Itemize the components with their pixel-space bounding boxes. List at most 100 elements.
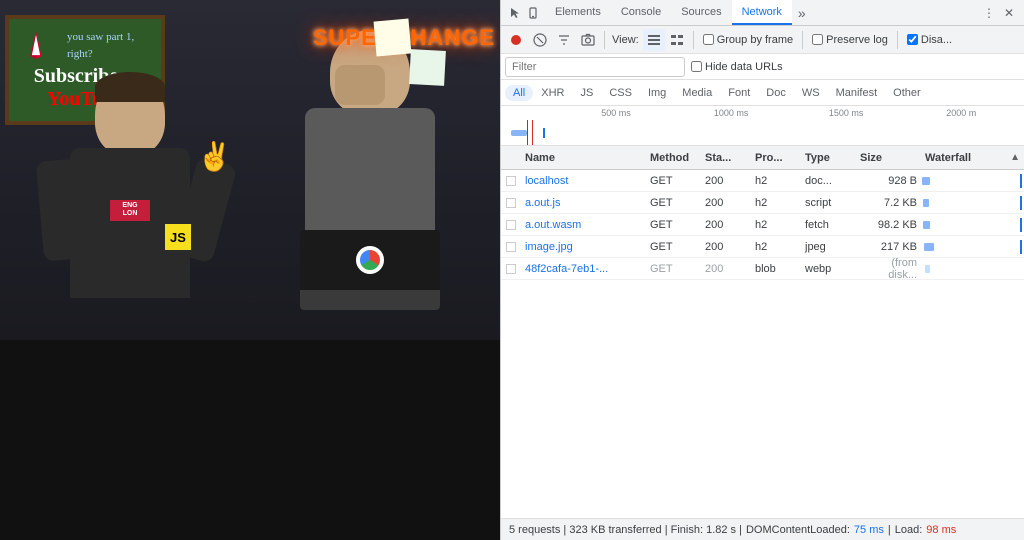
- dcl-label: DOMContentLoaded:: [746, 524, 850, 536]
- type-tab-all[interactable]: All: [505, 85, 533, 101]
- hide-data-urls-group: Hide data URLs: [691, 61, 783, 73]
- row-5-type: webp: [801, 263, 856, 275]
- row-4-waterfall: [921, 236, 1024, 258]
- type-tab-js[interactable]: JS: [572, 85, 601, 101]
- filter-icon-button[interactable]: [553, 29, 575, 51]
- devtools-icons: [503, 0, 545, 25]
- type-tab-doc[interactable]: Doc: [758, 85, 794, 101]
- row-5-method: GET: [646, 263, 701, 275]
- status-bar: 5 requests | 323 KB transferred | Finish…: [501, 518, 1024, 540]
- person-right: [250, 30, 490, 340]
- tab-console[interactable]: Console: [611, 0, 671, 25]
- type-tab-xhr[interactable]: XHR: [533, 85, 572, 101]
- row-4-checkbox[interactable]: [506, 242, 516, 252]
- row-3-waterfall-bar: [923, 221, 930, 229]
- type-tab-media[interactable]: Media: [674, 85, 720, 101]
- row-5-protocol: blob: [751, 263, 801, 275]
- row-4-method: GET: [646, 241, 701, 253]
- timeline-bar-1: [511, 130, 527, 136]
- type-tab-img[interactable]: Img: [640, 85, 674, 101]
- type-tab-ws[interactable]: WS: [794, 85, 828, 101]
- cursor-icon[interactable]: [507, 5, 523, 21]
- row-5-checkbox[interactable]: [506, 264, 516, 274]
- table-row[interactable]: 48f2cafa-7eb1-... GET 200 blob webp (fro…: [501, 258, 1024, 280]
- network-requests-table[interactable]: Name Method Sta... Pro... Type Size Wate…: [501, 146, 1024, 518]
- tab-spacer: [812, 0, 976, 25]
- disable-cache-checkbox[interactable]: [907, 34, 918, 45]
- row-3-status: 200: [701, 219, 751, 231]
- screenshot-button[interactable]: [577, 29, 599, 51]
- hide-data-urls-label: Hide data URLs: [705, 61, 783, 73]
- table-row[interactable]: a.out.wasm GET 200 h2 fetch 98.2 KB: [501, 214, 1024, 236]
- peace-sign: ✌: [197, 140, 232, 173]
- row-3-checkbox[interactable]: [506, 220, 516, 230]
- timeline-ruler: 500 ms 1000 ms 1500 ms 2000 m: [501, 106, 1024, 120]
- row-1-checkbox[interactable]: [506, 176, 516, 186]
- tab-more-button[interactable]: »: [792, 0, 812, 25]
- row-2-method: GET: [646, 197, 701, 209]
- table-row[interactable]: image.jpg GET 200 h2 jpeg 217 KB: [501, 236, 1024, 258]
- separator-1: [604, 31, 605, 49]
- row-2-waterfall-bar: [923, 199, 929, 207]
- tab-controls: ⋮ ✕: [976, 0, 1022, 25]
- tab-sources[interactable]: Sources: [671, 0, 731, 25]
- disable-cache-label: Disa...: [921, 34, 952, 46]
- list-view-button[interactable]: [643, 29, 665, 51]
- person-left: ✌ ENGLON: [20, 60, 240, 340]
- overflow-menu-icon[interactable]: ⋮: [980, 4, 998, 22]
- row-5-name: 48f2cafa-7eb1-...: [521, 263, 646, 275]
- table-row[interactable]: localhost GET 200 h2 doc... 928 B: [501, 170, 1024, 192]
- header-name[interactable]: Name: [521, 152, 646, 164]
- row-3-method: GET: [646, 219, 701, 231]
- header-waterfall[interactable]: Waterfall ▲: [921, 152, 1024, 164]
- type-tab-manifest[interactable]: Manifest: [828, 85, 886, 101]
- row-1-name: localhost: [521, 175, 646, 187]
- mobile-icon[interactable]: [525, 5, 541, 21]
- clear-button[interactable]: [529, 29, 551, 51]
- type-tab-css[interactable]: CSS: [601, 85, 640, 101]
- tab-elements[interactable]: Elements: [545, 0, 611, 25]
- row-5-waterfall-bar: [925, 265, 930, 273]
- group-by-frame-label: Group by frame: [717, 34, 793, 46]
- view-toggle: [643, 29, 688, 51]
- network-timeline: 500 ms 1000 ms 1500 ms 2000 m: [501, 106, 1024, 146]
- row-5-size: (from disk...: [856, 257, 921, 281]
- row-4-wf-line: [1020, 240, 1022, 254]
- row-3-protocol: h2: [751, 219, 801, 231]
- tree-view-button[interactable]: [666, 29, 688, 51]
- devtools-tab-bar: Elements Console Sources Network » ⋮ ✕: [501, 0, 1024, 26]
- preserve-log-checkbox[interactable]: [812, 34, 823, 45]
- header-type[interactable]: Type: [801, 152, 856, 164]
- filter-input[interactable]: [505, 57, 685, 77]
- timeline-content: [501, 120, 1024, 145]
- table-row[interactable]: a.out.js GET 200 h2 script 7.2 KB: [501, 192, 1024, 214]
- type-filter-tabs: All XHR JS CSS Img Media Font Doc WS Man…: [501, 80, 1024, 106]
- header-protocol[interactable]: Pro...: [751, 152, 801, 164]
- timeline-mark-2000: 2000 m: [946, 108, 976, 118]
- row-1-type: doc...: [801, 175, 856, 187]
- group-by-frame-checkbox[interactable]: [703, 34, 714, 45]
- dcl-line: [527, 120, 528, 145]
- dcl-value[interactable]: 75 ms: [854, 524, 884, 536]
- header-status[interactable]: Sta...: [701, 152, 751, 164]
- type-tab-font[interactable]: Font: [720, 85, 758, 101]
- tab-network[interactable]: Network: [732, 0, 792, 25]
- type-tab-other[interactable]: Other: [885, 85, 929, 101]
- row-1-wf-line: [1020, 174, 1022, 188]
- video-bottom: [0, 340, 500, 540]
- header-size[interactable]: Size: [856, 152, 921, 164]
- row-4-protocol: h2: [751, 241, 801, 253]
- hide-data-urls-checkbox[interactable]: [691, 61, 702, 72]
- load-value[interactable]: 98 ms: [926, 524, 956, 536]
- separator-3: [802, 31, 803, 49]
- header-method[interactable]: Method: [646, 152, 701, 164]
- row-4-size: 217 KB: [856, 241, 921, 253]
- row-2-checkbox[interactable]: [506, 198, 516, 208]
- record-button[interactable]: [505, 29, 527, 51]
- load-separator: |: [888, 524, 891, 536]
- close-devtools-icon[interactable]: ✕: [1000, 4, 1018, 22]
- row-2-type: script: [801, 197, 856, 209]
- timeline-mark-1500: 1500 ms: [829, 108, 864, 118]
- row-3-type: fetch: [801, 219, 856, 231]
- row-4-waterfall-bar: [924, 243, 934, 251]
